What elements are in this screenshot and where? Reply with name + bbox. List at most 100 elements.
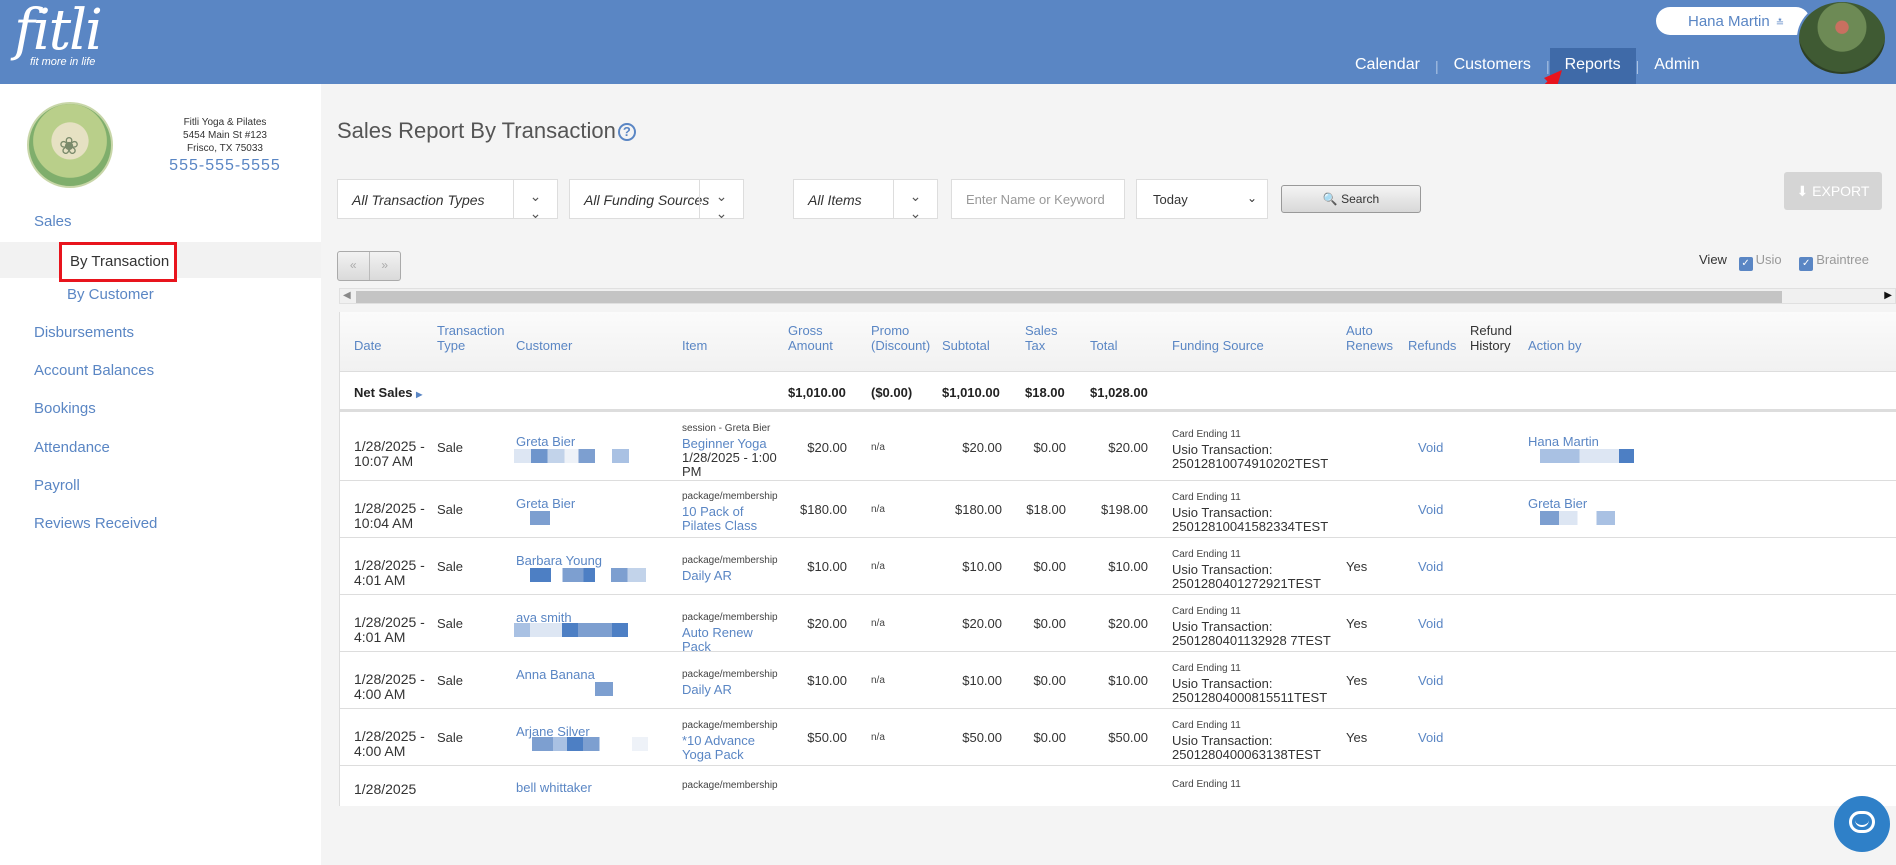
col-action-by[interactable]: Action by: [1528, 338, 1581, 353]
row-customer[interactable]: Anna Banana: [516, 667, 595, 682]
row-funding-source: Card Ending 11 Usio Transaction: 2501280…: [1172, 662, 1342, 705]
redacted-info: [530, 568, 646, 582]
items-filter[interactable]: All Items ⌄ ⌄: [793, 179, 938, 221]
col-gross-amount[interactable]: Gross Amount: [788, 323, 848, 353]
transaction-type-filter[interactable]: All Transaction Types ⌄ ⌄: [337, 179, 558, 221]
col-auto-renews[interactable]: Auto Renews: [1346, 323, 1396, 353]
sidebar-item-attendance[interactable]: Attendance: [34, 439, 110, 456]
item-name-link[interactable]: Daily AR: [682, 683, 782, 697]
user-menu[interactable]: Hana Martin ≛: [1656, 7, 1810, 35]
scrollbar-thumb[interactable]: [356, 291, 1782, 303]
help-icon[interactable]: ?: [617, 123, 636, 141]
double-chevron-down-icon: ⌄ ⌄: [699, 180, 743, 221]
col-subtotal[interactable]: Subtotal: [942, 338, 990, 353]
row-customer[interactable]: Greta Bier: [516, 434, 575, 449]
sidebar-item-sales[interactable]: Sales: [34, 213, 72, 230]
chat-support-button[interactable]: [1834, 796, 1890, 852]
view-label: View: [1699, 252, 1727, 267]
net-sales-toggle[interactable]: Net Sales ▶: [354, 385, 422, 400]
row-tax: $0.00: [1033, 730, 1066, 745]
row-funding-source: Card Ending 11 Usio Transaction: 2501280…: [1172, 548, 1342, 591]
row-customer[interactable]: Barbara Young: [516, 553, 602, 568]
row-customer[interactable]: bell whittaker: [516, 780, 592, 795]
card-ending: Card Ending 11: [1172, 663, 1241, 674]
row-tax: $0.00: [1033, 559, 1066, 574]
redacted-info: [595, 682, 613, 696]
row-subtotal: $50.00: [962, 730, 1002, 745]
void-link[interactable]: Void: [1418, 616, 1443, 631]
col-date[interactable]: Date: [354, 338, 381, 353]
chevron-down-icon: ≛: [1775, 18, 1785, 29]
export-button[interactable]: ⬇ EXPORT: [1784, 172, 1882, 210]
void-link[interactable]: Void: [1418, 559, 1443, 574]
prev-page-button[interactable]: «: [338, 252, 370, 280]
row-item: package/membership Daily AR: [682, 668, 782, 697]
net-sales-total: $1,028.00: [1090, 385, 1148, 400]
row-subtotal: $10.00: [962, 673, 1002, 688]
braintree-checkbox[interactable]: ✓: [1799, 257, 1814, 271]
void-link[interactable]: Void: [1418, 730, 1443, 745]
row-action-by[interactable]: Hana Martin: [1528, 434, 1599, 449]
row-customer[interactable]: Greta Bier: [516, 496, 575, 511]
item-name-link[interactable]: 10 Pack of Pilates Class: [682, 505, 782, 533]
row-type: Sale: [437, 502, 464, 517]
sidebar-item-account-balances[interactable]: Account Balances: [34, 362, 154, 379]
card-ending: Card Ending 11: [1172, 492, 1241, 503]
nav-calendar[interactable]: Calendar: [1340, 48, 1435, 84]
row-funding-source: Card Ending 11 Usio Transaction: 2501281…: [1172, 491, 1342, 534]
row-date: 1/28/2025 - 4:01 AM: [354, 614, 425, 645]
col-promo[interactable]: Promo (Discount): [871, 323, 937, 353]
item-category: package/membership: [682, 669, 778, 680]
item-name-link[interactable]: Beginner Yoga: [682, 437, 782, 451]
nav-admin[interactable]: Admin: [1639, 48, 1714, 84]
fitli-logo[interactable]: fitli fit more in life: [14, 2, 103, 69]
keyword-search-input[interactable]: [951, 179, 1125, 219]
sidebar-item-disbursements[interactable]: Disbursements: [34, 324, 134, 341]
row-auto-renews: Yes: [1346, 559, 1368, 574]
net-sales-promo: ($0.00): [871, 385, 913, 400]
item-name-link[interactable]: Auto Renew Pack: [682, 626, 782, 654]
col-total[interactable]: Total: [1090, 338, 1117, 353]
row-action-by[interactable]: Greta Bier: [1528, 496, 1587, 511]
studio-phone[interactable]: 555-555-5555: [150, 158, 300, 174]
void-link[interactable]: Void: [1418, 673, 1443, 688]
sidebar-item-payroll[interactable]: Payroll: [34, 477, 80, 494]
txn-line: Usio Transaction:: [1172, 733, 1273, 748]
avatar[interactable]: [1797, 0, 1887, 76]
horizontal-scrollbar[interactable]: ◀ ▶: [339, 288, 1896, 304]
row-item: package/membership: [682, 779, 782, 794]
row-total: $50.00: [1108, 730, 1148, 745]
void-link[interactable]: Void: [1418, 440, 1443, 455]
sidebar-item-reviews-received[interactable]: Reviews Received: [34, 515, 157, 532]
void-link[interactable]: Void: [1418, 502, 1443, 517]
txn-line: Usio Transaction:: [1172, 562, 1273, 577]
row-subtotal: $20.00: [962, 440, 1002, 455]
col-funding-source[interactable]: Funding Source: [1172, 338, 1264, 353]
search-button[interactable]: 🔍 Search: [1281, 185, 1421, 213]
row-promo: n/a: [871, 732, 885, 743]
row-date: 1/28/2025: [354, 781, 417, 797]
item-name-link[interactable]: Daily AR: [682, 569, 782, 583]
funding-source-filter[interactable]: All Funding Sources ⌄ ⌄: [569, 179, 744, 221]
col-sales-tax[interactable]: Sales Tax: [1025, 323, 1065, 353]
col-customer[interactable]: Customer: [516, 338, 572, 353]
sidebar-item-bookings[interactable]: Bookings: [34, 400, 96, 417]
redacted-info: [530, 511, 550, 525]
scroll-right-icon[interactable]: ▶: [1884, 290, 1892, 301]
sidebar-subitem-by-customer[interactable]: By Customer: [67, 286, 154, 303]
usio-checkbox[interactable]: ✓: [1738, 257, 1753, 271]
row-promo: n/a: [871, 561, 885, 572]
row-subtotal: $10.00: [962, 559, 1002, 574]
col-transaction-type[interactable]: Transaction Type: [437, 323, 507, 353]
sidebar-subitem-by-transaction[interactable]: By Transaction: [59, 242, 177, 282]
row-funding-source: Card Ending 11 Usio Transaction: 2501281…: [1172, 428, 1342, 471]
scroll-left-icon[interactable]: ◀: [343, 290, 351, 301]
col-refunds[interactable]: Refunds: [1408, 338, 1456, 353]
table-row: 1/28/2025 - 10:04 AM Sale Greta Bier pac…: [340, 481, 1896, 538]
next-page-button[interactable]: »: [370, 252, 401, 280]
date-range-select[interactable]: Today ⌄: [1136, 179, 1268, 219]
caret-right-icon: ▶: [416, 390, 423, 399]
col-item[interactable]: Item: [682, 338, 707, 353]
row-item: package/membership *10 Advance Yoga Pack: [682, 719, 782, 762]
item-name-link[interactable]: *10 Advance Yoga Pack: [682, 734, 782, 762]
